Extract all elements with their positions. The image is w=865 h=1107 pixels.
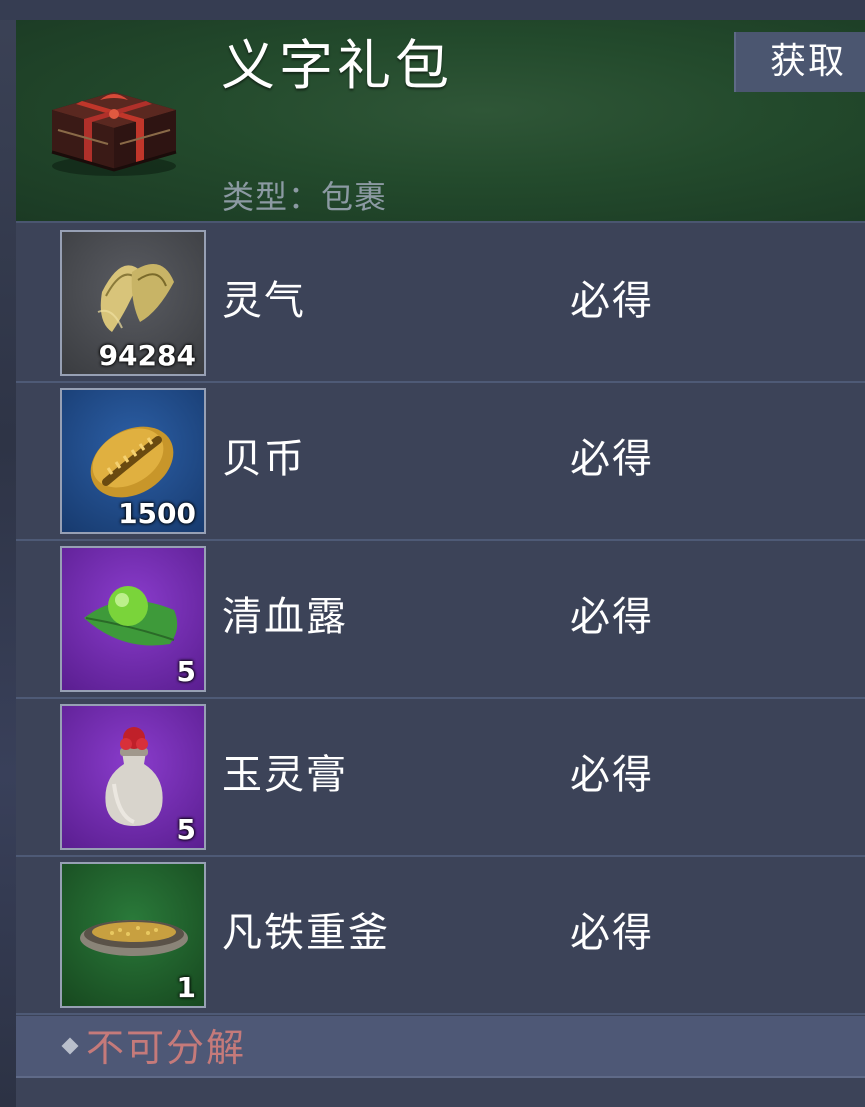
dew-leaf-icon: 5	[60, 546, 206, 692]
non-decomposable-label: 不可分解	[86, 1026, 247, 1070]
item-quantity: 5	[176, 813, 196, 846]
reward-row[interactable]: 5 玉灵膏 必得	[16, 699, 865, 857]
item-quantity: 5	[176, 655, 196, 688]
item-name: 凡铁重釜	[222, 910, 390, 956]
item-tooltip-panel: 义字礼包 获取 类型：包裹 94284 灵气 必得 1500 贝币 必得 5 清…	[16, 20, 865, 1107]
reward-row[interactable]: 1500 贝币 必得	[16, 383, 865, 541]
drop-rate: 必得	[570, 910, 654, 956]
item-attribute-footer: 不可分解	[16, 1016, 865, 1078]
reward-row[interactable]: 5 清血露 必得	[16, 541, 865, 699]
reward-list: 94284 灵气 必得 1500 贝币 必得 5 清血露 必得 5 玉灵膏 必得…	[16, 225, 865, 1015]
iron-cauldron-icon: 1	[60, 862, 206, 1008]
drop-rate: 必得	[570, 436, 654, 482]
item-type-label: 类型：包裹	[222, 178, 388, 216]
tooltip-header: 义字礼包 获取 类型：包裹	[16, 20, 865, 223]
item-quantity: 94284	[98, 339, 196, 372]
item-quantity: 1	[176, 971, 196, 1004]
drop-rate: 必得	[570, 752, 654, 798]
item-name: 贝币	[222, 436, 306, 482]
item-name: 清血露	[222, 594, 348, 640]
item-name: 玉灵膏	[222, 752, 348, 798]
diamond-bullet-icon	[61, 1037, 79, 1055]
item-quantity: 1500	[118, 497, 196, 530]
item-name: 灵气	[222, 278, 306, 324]
reward-row[interactable]: 94284 灵气 必得	[16, 225, 865, 383]
drop-rate: 必得	[570, 594, 654, 640]
cowrie-shell-icon: 1500	[60, 388, 206, 534]
jade-bottle-icon: 5	[60, 704, 206, 850]
gift-box-icon	[44, 70, 184, 180]
gift-title: 义字礼包	[221, 34, 453, 97]
get-button[interactable]: 获取	[734, 32, 865, 92]
background-left	[0, 0, 16, 1107]
reward-row[interactable]: 1 凡铁重釜 必得	[16, 857, 865, 1015]
drop-rate: 必得	[570, 278, 654, 324]
background-top	[0, 0, 865, 20]
spirit-leaf-icon: 94284	[60, 230, 206, 376]
